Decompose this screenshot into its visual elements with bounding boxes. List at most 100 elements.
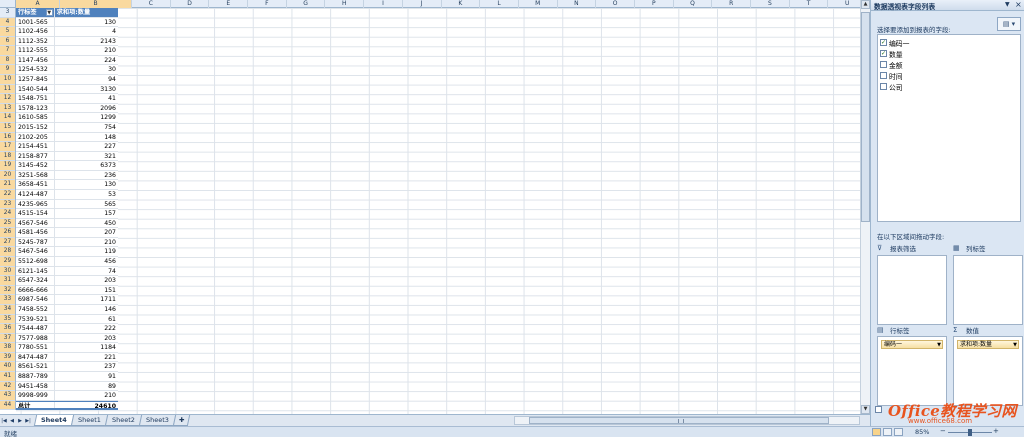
last-sheet-icon[interactable]: ▶|	[24, 416, 32, 426]
worksheet[interactable]: ABCDEFGHIJKLMNOPQRSTU 3 4 5 6 7 8 9 10 11 12 13 14 1…	[0, 0, 860, 414]
row-header-37[interactable]: 37	[0, 333, 15, 344]
cell-a[interactable]: 2102-205	[16, 132, 55, 142]
sheet-tab-sheet2[interactable]: Sheet2	[104, 415, 142, 426]
first-sheet-icon[interactable]: |◀	[0, 416, 8, 426]
page-layout-view-button[interactable]	[883, 428, 892, 436]
table-row[interactable]: 7577-988 203	[16, 333, 118, 344]
table-row[interactable]: 3251-568 236	[16, 170, 118, 181]
column-header-p[interactable]: P	[635, 0, 674, 8]
row-header-9[interactable]: 9	[0, 65, 15, 76]
cell-b[interactable]: 4	[55, 27, 118, 36]
row-header-16[interactable]: 16	[0, 132, 15, 143]
cell-a[interactable]: 1548-751	[16, 94, 55, 103]
cell-b[interactable]: 61	[55, 315, 118, 324]
table-row[interactable]: 1102-456 4	[16, 27, 118, 37]
table-row[interactable]: 1112-352 2143	[16, 36, 118, 47]
row-header-6[interactable]: 6	[0, 36, 15, 47]
column-header-f[interactable]: F	[248, 0, 287, 8]
normal-view-button[interactable]	[872, 428, 881, 436]
select-all-corner[interactable]	[0, 0, 16, 8]
cell-a[interactable]: 5467-546	[16, 247, 55, 257]
table-row[interactable]: 6121-145 74	[16, 266, 118, 277]
cell-a[interactable]: 8887-789	[16, 371, 55, 381]
row-header-11[interactable]: 11	[0, 84, 15, 95]
insert-sheet-button[interactable]: ✚	[172, 415, 191, 426]
cell-a[interactable]: 1578-123	[16, 103, 55, 113]
cell-b[interactable]: 41	[55, 94, 118, 103]
close-icon[interactable]: ×	[1015, 0, 1022, 9]
cell-a[interactable]: 4124-487	[16, 189, 55, 199]
column-header-q[interactable]: Q	[674, 0, 713, 8]
cell-a[interactable]: 2015-152	[16, 122, 55, 132]
row-field-chip[interactable]: 编码一 ▼	[881, 340, 943, 349]
table-row[interactable]: 4124-487 53	[16, 189, 118, 200]
row-header-21[interactable]: 21	[0, 180, 15, 190]
cell-a[interactable]: 5512-698	[16, 257, 55, 266]
cell-a[interactable]: 1254-532	[16, 65, 55, 75]
cell-b[interactable]: 224	[55, 56, 118, 65]
row-header-28[interactable]: 28	[0, 247, 15, 258]
table-row[interactable]: 1540-544 3130	[16, 84, 118, 95]
row-header-12[interactable]: 12	[0, 94, 15, 104]
column-header-l[interactable]: L	[480, 0, 519, 8]
table-row[interactable]: 1610-585 1299	[16, 113, 118, 123]
table-row[interactable]: 8474-487 221	[16, 352, 118, 363]
zoom-level[interactable]: 85%	[915, 428, 929, 436]
table-row[interactable]: 1578-123 2096	[16, 103, 118, 114]
table-row[interactable]: 7544-487 222	[16, 324, 118, 334]
row-header-30[interactable]: 30	[0, 266, 15, 277]
cell-a[interactable]: 9451-458	[16, 381, 55, 391]
cell-a[interactable]: 1610-585	[16, 113, 55, 122]
row-header-18[interactable]: 18	[0, 151, 15, 162]
cell-a[interactable]: 2158-877	[16, 151, 55, 161]
table-row[interactable]: 5245-787 210	[16, 237, 118, 248]
cell-b[interactable]: 450	[55, 219, 118, 228]
column-header-e[interactable]: E	[209, 0, 249, 8]
cell-b[interactable]: 321	[55, 152, 118, 161]
cell-b[interactable]: 210	[55, 391, 118, 400]
table-row[interactable]: 1112-555 210	[16, 46, 118, 56]
cell-b[interactable]: 30	[55, 65, 118, 74]
cell-b[interactable]: 222	[55, 324, 118, 333]
table-row[interactable]: 3145-452 6373	[16, 161, 118, 171]
column-header-j[interactable]: J	[403, 0, 442, 8]
row-header-23[interactable]: 23	[0, 199, 15, 210]
cell-a[interactable]: 1147-456	[16, 55, 55, 65]
zoom-in-icon[interactable]: +	[993, 428, 1000, 435]
row-header-40[interactable]: 40	[0, 362, 15, 372]
field-layout-button[interactable]: ▤ ▾	[997, 17, 1021, 31]
cell-b[interactable]: 6373	[55, 161, 118, 170]
row-header-5[interactable]: 5	[0, 27, 15, 37]
cell-a[interactable]: 9998-999	[16, 391, 55, 400]
cell-b[interactable]: 130	[55, 180, 118, 189]
pivot-total-row[interactable]: 总计 24610	[16, 400, 118, 411]
cell-a[interactable]: 行标签 ▼	[16, 8, 55, 17]
row-header-31[interactable]: 31	[0, 276, 15, 286]
table-row[interactable]: 8561-521 237	[16, 362, 118, 372]
cell-b[interactable]: 求和项:数量	[54, 8, 118, 17]
value-field-chip[interactable]: 求和项:数量 ▼	[957, 340, 1019, 349]
table-row[interactable]: 4515-154 157	[16, 209, 118, 219]
table-row[interactable]: 6987-546 1711	[16, 295, 118, 305]
field-checkbox[interactable]	[880, 61, 887, 68]
cell-a[interactable]: 7458-552	[16, 304, 55, 314]
next-sheet-icon[interactable]: ▶	[16, 416, 24, 426]
table-row[interactable]: 2102-205 148	[16, 132, 118, 143]
defer-update-checkbox[interactable]	[875, 406, 882, 413]
table-row[interactable]: 7539-521 61	[16, 314, 118, 325]
cell-b[interactable]: 203	[55, 334, 118, 343]
row-header-7[interactable]: 7	[0, 46, 15, 56]
cell-a[interactable]: 6121-145	[16, 266, 55, 276]
cell-b[interactable]: 203	[55, 276, 118, 285]
field-item[interactable]: 公司	[880, 81, 1018, 92]
cell-b[interactable]: 148	[55, 133, 118, 142]
cell-a[interactable]: 1112-352	[16, 36, 55, 46]
table-row[interactable]: 2154-451 227	[16, 142, 118, 152]
cell-a[interactable]: 4235-965	[16, 199, 55, 209]
filter-drop-area[interactable]	[877, 255, 947, 325]
table-row[interactable]: 1254-532 30	[16, 65, 118, 76]
row-header-38[interactable]: 38	[0, 343, 15, 353]
page-break-view-button[interactable]	[894, 428, 903, 436]
column-header-c[interactable]: C	[132, 0, 171, 8]
vertical-scrollbar[interactable]: ▲ ▼	[860, 0, 870, 414]
